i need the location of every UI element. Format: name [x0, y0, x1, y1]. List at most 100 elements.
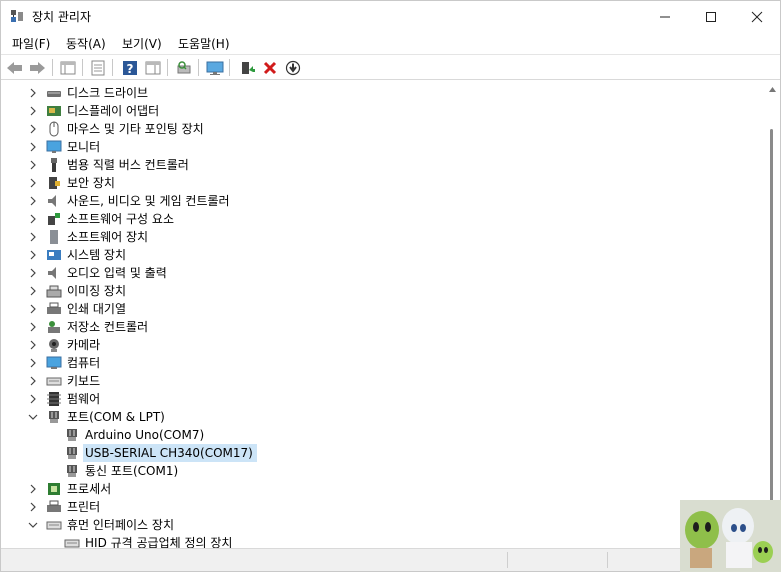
- tree-category-row[interactable]: 키보드: [4, 372, 744, 390]
- toolbar-separator: [82, 59, 83, 76]
- menu-view[interactable]: 보기(V): [122, 35, 162, 52]
- chevron-right-icon[interactable]: [27, 374, 39, 388]
- show-hide-console-button[interactable]: [58, 58, 78, 77]
- chevron-right-icon[interactable]: [27, 338, 39, 352]
- tree-device-row[interactable]: Arduino Uno(COM7): [4, 426, 744, 444]
- chevron-right-icon[interactable]: [27, 266, 39, 280]
- chevron-right-icon[interactable]: [27, 104, 39, 118]
- hid-icon: [46, 521, 62, 530]
- chevron-right-icon[interactable]: [27, 212, 39, 226]
- tree-item-label: 사운드, 비디오 및 게임 컨트롤러: [67, 194, 230, 208]
- chevron-right-icon[interactable]: [27, 230, 39, 244]
- help-button[interactable]: ?: [120, 58, 140, 77]
- tree-category-row[interactable]: 디스크 드라이브: [4, 84, 744, 102]
- maximize-icon: [706, 11, 716, 22]
- tree-category-row[interactable]: 저장소 컨트롤러: [4, 318, 744, 336]
- port-icon: [67, 465, 77, 477]
- scroll-up-arrow-icon[interactable]: [768, 85, 777, 94]
- uninstall-icon: [263, 61, 277, 74]
- tree-category-row[interactable]: 프린터: [4, 498, 744, 516]
- action-pane-icon: [145, 61, 161, 74]
- tree-category-row[interactable]: 포트(COM & LPT): [4, 408, 744, 426]
- chevron-down-icon[interactable]: [27, 410, 39, 424]
- tree-category-row[interactable]: 카메라: [4, 336, 744, 354]
- tree-item-label: 키보드: [67, 374, 101, 388]
- menu-bar: 파일(F) 동작(A) 보기(V) 도움말(H): [1, 32, 780, 54]
- chevron-right-icon[interactable]: [27, 284, 39, 298]
- tree-category-row[interactable]: 마우스 및 기타 포인팅 장치: [4, 120, 744, 138]
- update-driver-icon: [242, 61, 255, 74]
- scan-hardware-button[interactable]: [174, 58, 194, 77]
- minimize-button[interactable]: [642, 1, 688, 32]
- menu-help[interactable]: 도움말(H): [178, 35, 230, 52]
- uninstall-device-button[interactable]: [260, 58, 280, 77]
- tree-item-label: 이미징 장치: [67, 284, 127, 298]
- close-button[interactable]: [734, 1, 780, 32]
- tree-item-label: 카메라: [67, 338, 101, 352]
- back-button[interactable]: [5, 58, 25, 77]
- tree-category-row[interactable]: 소프트웨어 장치: [4, 228, 744, 246]
- tree-category-row[interactable]: 오디오 입력 및 출력: [4, 264, 744, 282]
- chevron-right-icon[interactable]: [27, 320, 39, 334]
- tree-category-row[interactable]: 휴먼 인터페이스 장치: [4, 516, 744, 534]
- tree-category-row[interactable]: 컴퓨터: [4, 354, 744, 372]
- tree-category-row[interactable]: 소프트웨어 구성 요소: [4, 210, 744, 228]
- tree-item-label: 저장소 컨트롤러: [67, 320, 149, 334]
- chevron-right-icon[interactable]: [27, 302, 39, 316]
- tree-category-row[interactable]: 인쇄 대기열: [4, 300, 744, 318]
- tree-item-label: 모니터: [67, 140, 101, 154]
- title-bar[interactable]: 장치 관리자: [1, 1, 780, 32]
- close-icon: [751, 11, 763, 22]
- tree-item-label: 마우스 및 기타 포인팅 장치: [67, 122, 204, 136]
- tree-device-row[interactable]: USB-SERIAL CH340(COM17): [4, 444, 744, 462]
- chevron-right-icon[interactable]: [27, 356, 39, 370]
- help-icon: ?: [123, 60, 137, 76]
- tree-category-row[interactable]: 시스템 장치: [4, 246, 744, 264]
- disk-drive-icon: [47, 91, 61, 97]
- maximize-button[interactable]: [688, 1, 734, 32]
- tree-category-row[interactable]: 펌웨어: [4, 390, 744, 408]
- tree-category-row[interactable]: 모니터: [4, 138, 744, 156]
- tree-category-row[interactable]: 프로세서: [4, 480, 744, 498]
- chevron-right-icon[interactable]: [27, 158, 39, 172]
- tree-device-row[interactable]: HID 규격 공급업체 정의 장치: [4, 534, 744, 548]
- chevron-right-icon[interactable]: [27, 500, 39, 514]
- update-driver-button[interactable]: [237, 58, 257, 77]
- action-pane-button[interactable]: [143, 58, 163, 77]
- chevron-right-icon[interactable]: [27, 176, 39, 190]
- tree-category-row[interactable]: 보안 장치: [4, 174, 744, 192]
- tree-category-row[interactable]: 범용 직렬 버스 컨트롤러: [4, 156, 744, 174]
- forward-button[interactable]: [27, 58, 47, 77]
- vertical-scrollbar[interactable]: [765, 81, 780, 548]
- scan-hardware-icon: [177, 60, 191, 73]
- scrollbar-thumb[interactable]: [770, 129, 773, 509]
- monitor-button[interactable]: [205, 58, 225, 77]
- back-icon: [7, 61, 22, 74]
- disable-icon: [285, 60, 301, 75]
- disable-device-button[interactable]: [283, 58, 303, 77]
- menu-file[interactable]: 파일(F): [12, 35, 50, 52]
- chevron-right-icon[interactable]: [27, 140, 39, 154]
- forward-icon: [30, 61, 45, 74]
- chevron-right-icon[interactable]: [27, 248, 39, 262]
- tree-item-label: 보안 장치: [67, 176, 115, 190]
- chevron-right-icon[interactable]: [27, 86, 39, 100]
- chevron-right-icon[interactable]: [27, 392, 39, 406]
- toolbar-separator: [229, 59, 230, 76]
- device-tree[interactable]: 디스크 드라이브 디스플레이 어댑터마우스 및 기타 포인팅 장치모니터범용 직렬…: [4, 81, 765, 548]
- chevron-right-icon[interactable]: [27, 194, 39, 208]
- chevron-down-icon[interactable]: [27, 518, 39, 532]
- port-icon: [67, 447, 77, 459]
- tree-category-row[interactable]: 사운드, 비디오 및 게임 컨트롤러: [4, 192, 744, 210]
- menu-action[interactable]: 동작(A): [66, 35, 106, 52]
- properties-icon: [91, 60, 105, 75]
- monitor-icon: [46, 140, 62, 153]
- software-component-icon: [48, 213, 60, 225]
- tree-category-row[interactable]: 디스플레이 어댑터: [4, 102, 744, 120]
- chevron-right-icon[interactable]: [27, 122, 39, 136]
- chevron-right-icon[interactable]: [27, 482, 39, 496]
- tree-category-row[interactable]: 이미징 장치: [4, 282, 744, 300]
- tree-device-row[interactable]: 통신 포트(COM1): [4, 462, 744, 480]
- properties-button[interactable]: [88, 58, 108, 77]
- printer-queue-icon: [47, 302, 61, 314]
